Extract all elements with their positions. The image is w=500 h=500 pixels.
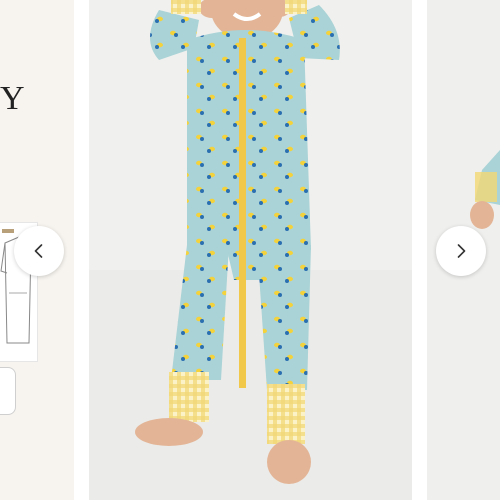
chevron-left-icon: [34, 244, 43, 258]
side-banner-text: Y: [0, 80, 26, 117]
slide-current: [89, 0, 412, 500]
option-button[interactable]: [0, 367, 16, 415]
product-photo-child-romper: [135, 0, 340, 484]
product-image-carousel: Y: [0, 0, 500, 500]
chevron-right-icon: [457, 244, 466, 258]
carousel-prev-button[interactable]: [14, 226, 64, 276]
carousel-next-button[interactable]: [436, 226, 486, 276]
